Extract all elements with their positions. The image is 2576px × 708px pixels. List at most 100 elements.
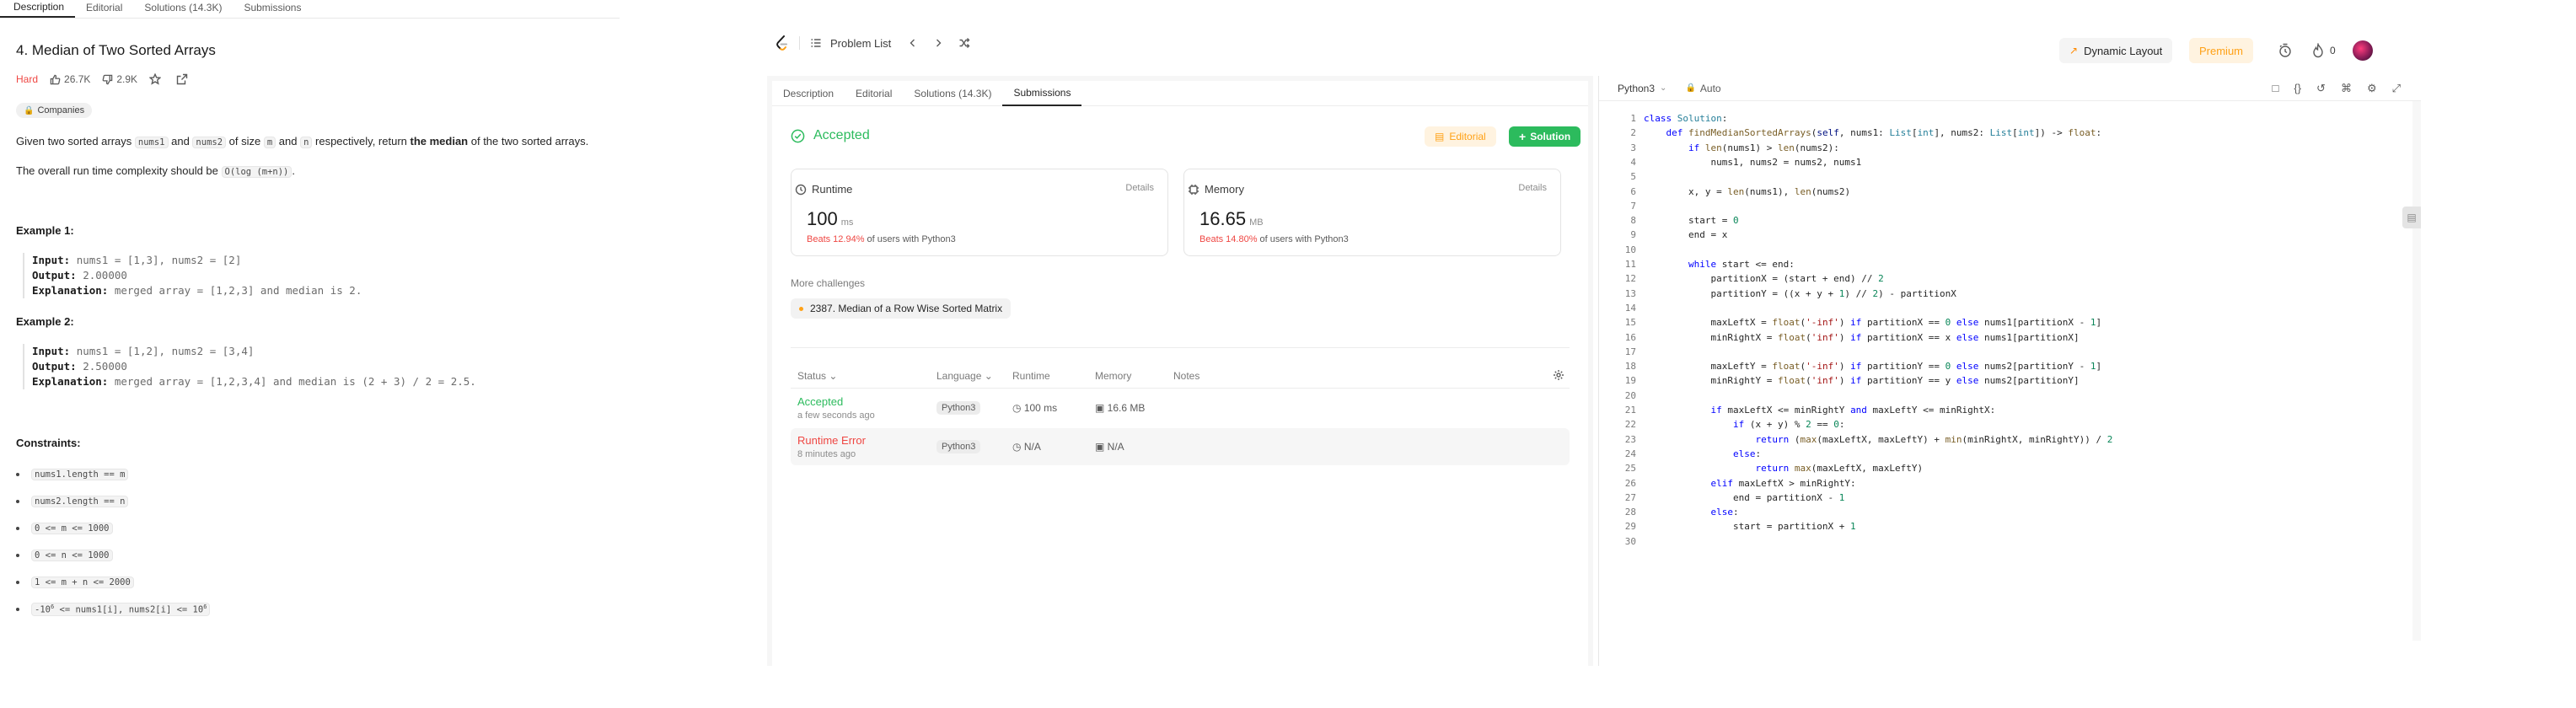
code-line[interactable]: if (x + y) % 2 == 0: <box>1644 419 1844 430</box>
like-button[interactable]: 26.7K <box>50 73 90 85</box>
table-row[interactable]: Runtime Error 8 minutes ago Python3 ◷ N/… <box>791 428 1570 465</box>
line-number: 11 <box>1624 259 1636 270</box>
runtime-value: 100 ms <box>807 208 853 230</box>
streak-count: 0 <box>2330 45 2336 56</box>
tab-submissions[interactable]: Submissions <box>1002 81 1082 106</box>
difficulty-badge: Hard <box>16 73 39 85</box>
code-line[interactable]: minRightX = float('inf') if partitionX =… <box>1644 332 2079 343</box>
row-status[interactable]: Accepted <box>797 395 843 408</box>
constraint-code: 0 <= n <= 1000 <box>31 550 113 561</box>
code-line[interactable]: nums1, nums2 = nums2, nums1 <box>1644 157 1861 168</box>
code-line[interactable]: def findMedianSortedArrays(self, nums1: … <box>1644 127 2102 138</box>
memory-beats: Beats 14.80% of users with Python3 <box>1199 234 1349 244</box>
code-line[interactable]: start = partitionX + 1 <box>1644 521 1856 532</box>
avatar[interactable] <box>2352 40 2373 61</box>
inline-code: m <box>263 137 276 148</box>
line-number: 19 <box>1624 375 1636 387</box>
problem-list-link[interactable]: Problem List <box>830 37 891 50</box>
dislike-button[interactable]: 2.9K <box>102 73 137 85</box>
row-runtime: ◷ 100 ms <box>1012 402 1058 414</box>
dynamic-layout-button[interactable]: ↗ Dynamic Layout <box>2059 38 2173 63</box>
code-line[interactable]: maxLeftY = float('-inf') if partitionY =… <box>1644 361 2101 372</box>
language-select[interactable]: Python3 ⌄ <box>1618 83 1666 94</box>
share-button[interactable] <box>176 73 191 85</box>
tab-description[interactable]: Description <box>772 81 845 106</box>
code-line[interactable]: maxLeftX = float('-inf') if partitionX =… <box>1644 317 2101 328</box>
code-line[interactable]: elif maxLeftX > minRightY: <box>1644 478 1855 489</box>
editor-scrollbar[interactable] <box>2412 101 2421 641</box>
line-number: 2 <box>1630 127 1636 139</box>
code-line[interactable]: partitionX = (start + end) // 2 <box>1644 273 1883 284</box>
premium-button[interactable]: Premium <box>2189 38 2254 63</box>
star-icon <box>149 73 162 85</box>
row-memory: ▣ 16.6 MB <box>1095 402 1146 414</box>
problem-title[interactable]: 4. Median of Two Sorted Arrays <box>16 42 216 59</box>
constraint-code: nums1.length == m <box>31 469 129 480</box>
tab-solutions[interactable]: Solutions (14.3K) <box>133 2 233 18</box>
memory-unit: MB <box>1249 217 1264 228</box>
submission-panel: Description Editorial Solutions (14.3K) … <box>767 76 1593 666</box>
constraint-item: 0 <= m <= 1000 <box>16 515 210 542</box>
thumbs-down-icon <box>102 74 113 84</box>
auto-mode-toggle[interactable]: 🔒 Auto <box>1685 83 1720 94</box>
medium-dot-icon <box>799 306 803 311</box>
memory-card[interactable]: Memory Details 16.65 MB Beats 14.80% of u… <box>1183 169 1561 256</box>
constraint-item: nums1.length == m <box>16 461 210 488</box>
code-line[interactable]: if maxLeftX <= minRightY and maxLeftY <=… <box>1644 405 1995 416</box>
row-runtime: ◷ N/A <box>1012 441 1041 453</box>
code-line[interactable]: x, y = len(nums1), len(nums2) <box>1644 186 1850 197</box>
code-line[interactable]: while start <= end: <box>1644 259 1795 270</box>
runtime-details-link[interactable]: Details <box>1125 183 1154 193</box>
row-language: Python3 <box>936 401 981 415</box>
memory-details-link[interactable]: Details <box>1518 183 1547 193</box>
line-number: 22 <box>1624 419 1636 431</box>
tab-editorial[interactable]: Editorial <box>75 2 133 18</box>
table-row[interactable]: Accepted a few seconds ago Python3 ◷ 100… <box>791 389 1570 426</box>
streak-flame-icon[interactable] <box>2311 43 2325 58</box>
code-line[interactable]: start = 0 <box>1644 215 1739 226</box>
column-status[interactable]: Status ⌄ <box>797 370 837 382</box>
input-label: Input: <box>32 345 71 357</box>
divider <box>799 36 800 50</box>
list-icon[interactable] <box>810 37 822 49</box>
timer-icon[interactable] <box>2278 43 2293 58</box>
code-line[interactable]: return max(maxLeftX, maxLeftY) <box>1644 463 1923 474</box>
settings-gear-icon[interactable]: ⚙ <box>2367 82 2377 95</box>
leetcode-logo-icon[interactable] <box>775 35 789 51</box>
solution-button[interactable]: + Solution <box>1509 126 1581 147</box>
column-language[interactable]: Language ⌄ <box>936 370 993 382</box>
code-line[interactable]: else: <box>1644 507 1738 518</box>
chevron-left-icon[interactable] <box>908 38 918 48</box>
code-line[interactable]: minRightY = float('inf') if partitionY =… <box>1644 375 2079 386</box>
row-status[interactable]: Runtime Error <box>797 434 866 447</box>
editorial-button[interactable]: ▤ Editorial <box>1425 126 1496 147</box>
chevron-right-icon[interactable] <box>933 38 943 48</box>
challenge-chip[interactable]: 2387. Median of a Row Wise Sorted Matrix <box>791 298 1012 319</box>
braces-icon[interactable]: {} <box>2294 82 2301 95</box>
tab-description[interactable]: Description <box>0 1 76 18</box>
line-number: 3 <box>1630 142 1636 153</box>
shuffle-icon[interactable] <box>958 37 970 49</box>
tab-solutions[interactable]: Solutions (14.3K) <box>903 81 1002 106</box>
line-number: 10 <box>1624 244 1636 255</box>
code-line[interactable]: return (max(maxLeftX, maxLeftY) + min(mi… <box>1644 434 2112 445</box>
code-line[interactable]: else: <box>1644 448 1761 459</box>
favorite-button[interactable] <box>149 73 164 85</box>
code-line[interactable]: partitionY = ((x + y + 1) // 2) - partit… <box>1644 288 1956 299</box>
bookmark-icon[interactable]: □ <box>2272 82 2278 95</box>
code-line[interactable]: if len(nums1) > len(nums2): <box>1644 142 1839 153</box>
runtime-card[interactable]: Runtime Details 100 ms Beats 12.94% of us… <box>791 169 1168 256</box>
line-number: 15 <box>1624 317 1636 329</box>
constraint-code: 0 <= m <= 1000 <box>31 523 113 534</box>
code-line[interactable]: end = x <box>1644 229 1727 240</box>
code-line[interactable]: class Solution: <box>1644 113 1727 124</box>
fullscreen-icon[interactable]: ⤢ <box>2392 82 2401 95</box>
code-line[interactable]: end = partitionX - 1 <box>1644 492 1844 503</box>
settings-gear-icon[interactable] <box>1553 369 1564 381</box>
companies-tag[interactable]: 🔒 Companies <box>16 103 93 118</box>
shortcut-icon[interactable]: ⌘ <box>2341 82 2352 95</box>
tab-submissions[interactable]: Submissions <box>233 2 312 18</box>
tab-editorial[interactable]: Editorial <box>845 81 903 106</box>
reset-icon[interactable]: ↺ <box>2316 82 2326 95</box>
notes-tab-icon[interactable]: ▤ <box>2402 206 2421 228</box>
